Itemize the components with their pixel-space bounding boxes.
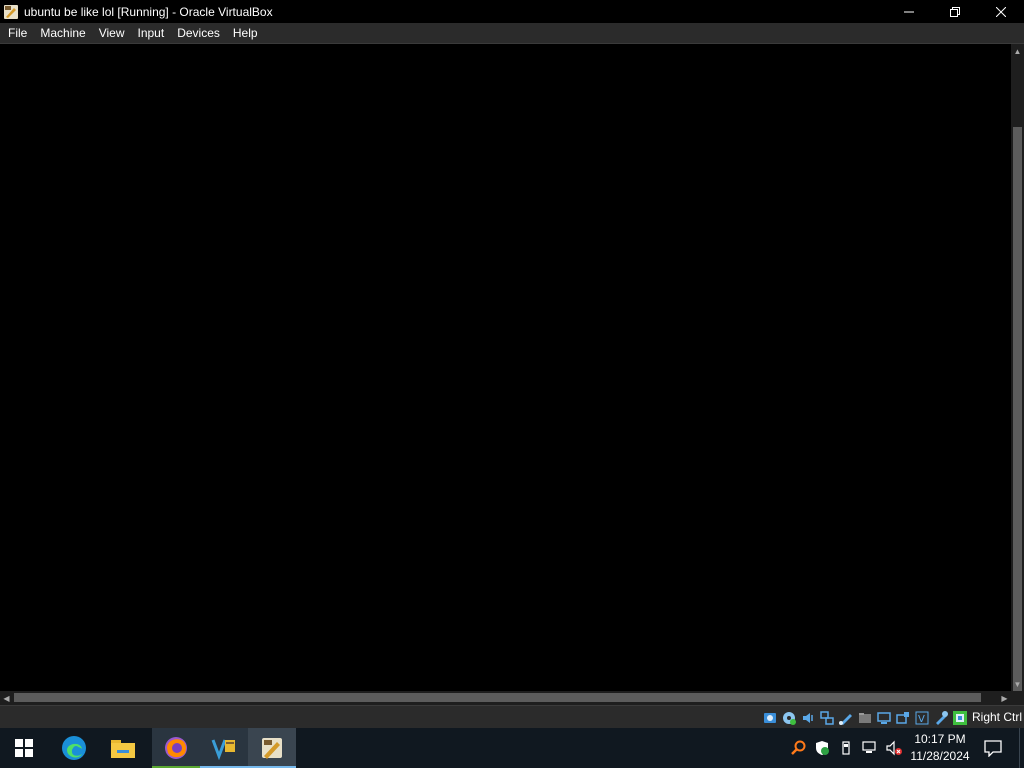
- usb-icon[interactable]: [838, 710, 854, 726]
- firefox-icon: [165, 737, 187, 759]
- vt-x-icon[interactable]: V: [914, 710, 930, 726]
- status-indicators: V: [762, 709, 971, 726]
- windows-icon: [15, 739, 33, 757]
- window-title: ubuntu be like lol [Running] - Oracle Vi…: [24, 4, 273, 19]
- mouse-integration-icon[interactable]: [933, 710, 949, 726]
- horizontal-scrollbar[interactable]: ◀ ▶: [0, 691, 1011, 705]
- restore-icon: [950, 6, 960, 17]
- search-icon[interactable]: [790, 740, 806, 756]
- virtualbox-icon: [262, 738, 282, 759]
- recording-icon[interactable]: [895, 710, 911, 726]
- status-bar: V Right Ctrl: [0, 705, 1024, 728]
- menu-input[interactable]: Input: [133, 23, 170, 44]
- vertical-scrollbar[interactable]: ▲ ▼: [1011, 44, 1024, 692]
- show-desktop-button[interactable]: [1019, 728, 1024, 768]
- vertical-scroll-thumb[interactable]: [1013, 127, 1022, 692]
- taskbar-firefox[interactable]: [152, 728, 200, 768]
- scroll-left-icon[interactable]: ◀: [0, 691, 13, 705]
- display-icon[interactable]: [876, 710, 892, 726]
- restore-button[interactable]: [932, 0, 978, 23]
- title-bar: ubuntu be like lol [Running] - Oracle Vi…: [0, 0, 1024, 23]
- keyboard-capture-icon[interactable]: [952, 710, 968, 726]
- volume-muted-icon[interactable]: [886, 740, 902, 756]
- virtualbox-icon[interactable]: [3, 4, 19, 20]
- hard-disk-icon[interactable]: [762, 710, 778, 726]
- system-tray: [786, 728, 906, 768]
- scroll-corner: [1011, 691, 1024, 705]
- close-icon: [996, 6, 1006, 17]
- close-button[interactable]: [978, 0, 1024, 23]
- menu-view[interactable]: View: [94, 23, 130, 44]
- scroll-down-icon[interactable]: ▼: [1011, 677, 1024, 691]
- guest-display[interactable]: [0, 44, 1011, 691]
- shared-folders-icon[interactable]: [857, 710, 873, 726]
- defender-icon[interactable]: [814, 740, 830, 756]
- folder-icon: [111, 740, 135, 758]
- menu-bar: File Machine View Input Devices Help: [0, 23, 1024, 44]
- taskbar-file-explorer[interactable]: [99, 728, 147, 768]
- scroll-up-icon[interactable]: ▲: [1011, 44, 1024, 58]
- clock-time: 10:17 PM: [914, 732, 966, 746]
- minimize-icon: [904, 11, 914, 12]
- menu-devices[interactable]: Devices: [172, 23, 225, 44]
- taskbar: 10:17 PM 11/28/2024: [0, 728, 1024, 768]
- menu-file[interactable]: File: [3, 23, 32, 44]
- scroll-right-icon[interactable]: ▶: [998, 691, 1011, 705]
- clock-date: 11/28/2024: [910, 749, 970, 763]
- virtualbox-manager-icon: [211, 739, 235, 760]
- host-key-label: Right Ctrl: [972, 710, 1023, 724]
- taskbar-virtualbox-manager[interactable]: [200, 728, 248, 768]
- menu-machine[interactable]: Machine: [35, 23, 90, 44]
- audio-icon[interactable]: [800, 710, 816, 726]
- clock[interactable]: 10:17 PM 11/28/2024: [904, 731, 976, 765]
- menu-help[interactable]: Help: [228, 23, 263, 44]
- horizontal-scroll-thumb[interactable]: [14, 693, 981, 702]
- start-button[interactable]: [0, 728, 48, 768]
- edge-icon: [62, 736, 86, 760]
- svg-text:V: V: [918, 714, 925, 725]
- network-icon[interactable]: [819, 710, 835, 726]
- notification-icon: [984, 740, 1002, 757]
- taskbar-edge[interactable]: [50, 728, 98, 768]
- optical-drive-icon[interactable]: [781, 710, 797, 726]
- minimize-button[interactable]: [886, 0, 932, 23]
- network-icon[interactable]: [862, 740, 878, 756]
- taskbar-virtualbox-vm[interactable]: [248, 728, 296, 768]
- notification-button[interactable]: [978, 728, 1008, 768]
- usb-eject-icon[interactable]: [838, 740, 854, 756]
